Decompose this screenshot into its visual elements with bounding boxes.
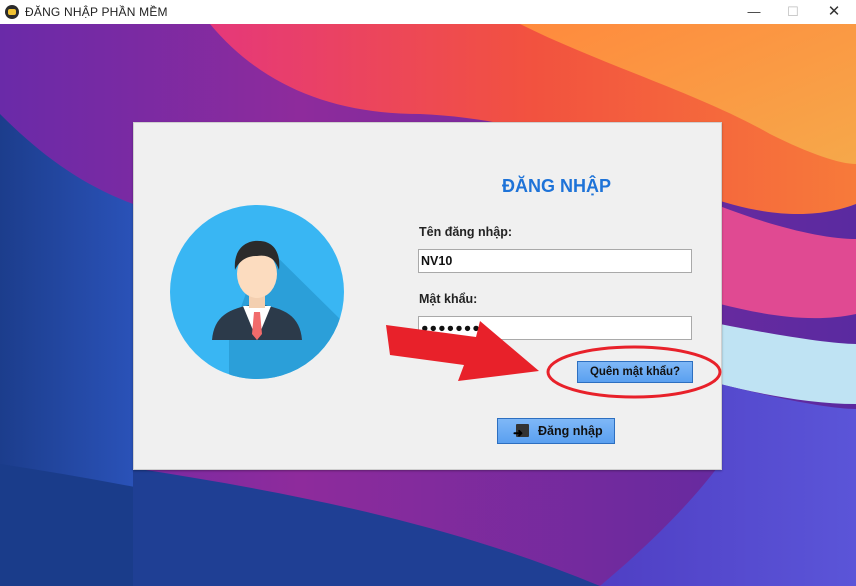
- login-button[interactable]: Đăng nhập: [497, 418, 615, 445]
- login-button-label: Đăng nhập: [538, 424, 603, 438]
- close-button[interactable]: ✕: [814, 0, 854, 24]
- username-input[interactable]: [418, 249, 692, 273]
- app-icon: [5, 5, 19, 19]
- maximize-button[interactable]: ☐: [773, 0, 813, 24]
- password-label: Mật khẩu:: [419, 292, 478, 306]
- username-label: Tên đăng nhập:: [419, 225, 513, 239]
- title-bar: ĐĂNG NHẬP PHẦN MỀM — ☐ ✕: [0, 0, 856, 25]
- red-circle-annotation: [546, 345, 722, 399]
- window-title: ĐĂNG NHẬP PHẦN MỀM: [25, 5, 168, 19]
- login-heading: ĐĂNG NHẬP: [502, 176, 612, 196]
- user-avatar-icon: [170, 205, 344, 379]
- login-arrow-icon: [513, 421, 529, 445]
- minimize-button[interactable]: —: [734, 0, 774, 24]
